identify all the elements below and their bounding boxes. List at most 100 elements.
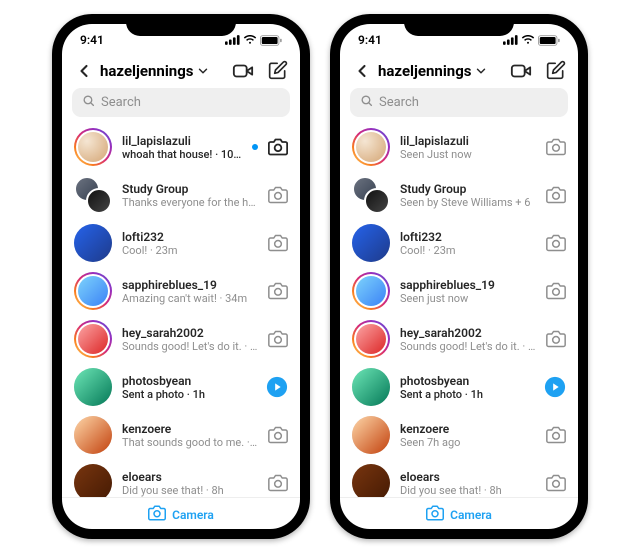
account-name: hazeljennings	[100, 62, 194, 80]
camera-icon[interactable]	[546, 281, 566, 301]
thread-name: kenzoere	[400, 422, 536, 436]
camera-icon	[148, 504, 166, 525]
camera-icon[interactable]	[268, 281, 288, 301]
thread-name: Study Group	[400, 182, 536, 196]
camera-icon[interactable]	[546, 185, 566, 205]
thread-preview: Did you see that! · 8h	[122, 484, 258, 497]
thread-preview: That sounds good to me. · 6h	[122, 436, 258, 449]
thread-row[interactable]: lofti232 Cool! · 23m	[340, 219, 578, 267]
thread-row[interactable]: lil_lapislazuli Seen Just now	[340, 123, 578, 171]
play-icon[interactable]	[266, 376, 288, 398]
wifi-icon	[521, 35, 535, 45]
camera-icon[interactable]	[268, 329, 288, 349]
camera-button[interactable]: Camera	[62, 497, 300, 529]
thread-name: lofti232	[122, 230, 258, 244]
avatar[interactable]	[74, 368, 112, 406]
thread-preview: Thanks everyone for the help · 15m	[122, 196, 258, 209]
status-time: 9:41	[80, 33, 104, 47]
thread-name: Study Group	[122, 182, 258, 196]
video-call-button[interactable]	[232, 60, 254, 82]
notch	[126, 14, 236, 36]
thread-name: kenzoere	[122, 422, 258, 436]
thread-row[interactable]: lofti232 Cool! · 23m	[62, 219, 300, 267]
thread-row[interactable]: sapphireblues_19 Seen just now	[340, 267, 578, 315]
camera-icon[interactable]	[546, 329, 566, 349]
avatar[interactable]	[74, 416, 112, 454]
thread-row[interactable]: eloears Did you see that! · 8h	[62, 459, 300, 497]
thread-preview: Cool! · 23m	[400, 244, 536, 257]
camera-icon[interactable]	[546, 233, 566, 253]
avatar[interactable]	[74, 224, 112, 262]
thread-preview: Sent a photo · 1h	[122, 388, 256, 401]
compose-button[interactable]	[268, 60, 288, 82]
camera-icon[interactable]	[546, 137, 566, 157]
thread-row[interactable]: photosbyean Sent a photo · 1h	[62, 363, 300, 411]
avatar[interactable]	[74, 464, 112, 497]
thread-preview: Seen by Steve Williams + 6	[400, 196, 536, 209]
account-switcher[interactable]: hazeljennings	[100, 62, 210, 80]
status-time: 9:41	[358, 33, 382, 47]
thread-preview: Seen Just now	[400, 148, 536, 161]
thread-row[interactable]: eloears Did you see that! · 8h	[340, 459, 578, 497]
phone-frame: 9:41 hazeljennings	[52, 14, 310, 539]
avatar[interactable]	[74, 320, 112, 358]
thread-preview: Did you see that! · 8h	[400, 484, 536, 497]
avatar[interactable]	[74, 272, 112, 310]
search-icon	[82, 94, 95, 111]
camera-icon[interactable]	[268, 233, 288, 253]
notch	[404, 14, 514, 36]
camera-icon[interactable]	[268, 473, 288, 493]
search-input[interactable]: Search	[350, 88, 568, 117]
camera-button[interactable]: Camera	[340, 497, 578, 529]
thread-row[interactable]: sapphireblues_19 Amazing can't wait! · 3…	[62, 267, 300, 315]
thread-list[interactable]: lil_lapislazuli whoah that house! · 10m …	[62, 123, 300, 497]
signal-icon	[225, 35, 240, 45]
thread-name: lil_lapislazuli	[400, 134, 536, 148]
camera-label: Camera	[450, 508, 492, 522]
avatar[interactable]	[352, 272, 390, 310]
thread-name: eloears	[122, 470, 258, 484]
avatar[interactable]	[352, 368, 390, 406]
camera-icon[interactable]	[268, 185, 288, 205]
avatar[interactable]	[352, 176, 390, 214]
compose-button[interactable]	[546, 60, 566, 82]
back-button[interactable]	[74, 61, 94, 81]
avatar[interactable]	[74, 128, 112, 166]
video-call-button[interactable]	[510, 60, 532, 82]
back-button[interactable]	[352, 61, 372, 81]
thread-name: eloears	[400, 470, 536, 484]
search-input[interactable]: Search	[72, 88, 290, 117]
play-icon[interactable]	[544, 376, 566, 398]
unread-dot	[252, 144, 258, 150]
search-placeholder: Search	[101, 95, 141, 110]
thread-row[interactable]: Study Group Thanks everyone for the help…	[62, 171, 300, 219]
camera-icon[interactable]	[268, 137, 288, 157]
thread-name: lofti232	[400, 230, 536, 244]
thread-name: hey_sarah2002	[400, 326, 536, 340]
wifi-icon	[243, 35, 257, 45]
thread-list[interactable]: lil_lapislazuli Seen Just now Study Grou…	[340, 123, 578, 497]
battery-icon	[260, 35, 282, 46]
thread-row[interactable]: Study Group Seen by Steve Williams + 6	[340, 171, 578, 219]
avatar[interactable]	[74, 176, 112, 214]
thread-preview: Cool! · 23m	[122, 244, 258, 257]
camera-icon[interactable]	[268, 425, 288, 445]
thread-row[interactable]: hey_sarah2002 Sounds good! Let's do it. …	[62, 315, 300, 363]
thread-preview: Sounds good! Let's do it. · 45m	[400, 340, 536, 353]
account-switcher[interactable]: hazeljennings	[378, 62, 488, 80]
avatar[interactable]	[352, 416, 390, 454]
thread-row[interactable]: kenzoere Seen 7h ago	[340, 411, 578, 459]
thread-row[interactable]: lil_lapislazuli whoah that house! · 10m	[62, 123, 300, 171]
thread-row[interactable]: hey_sarah2002 Sounds good! Let's do it. …	[340, 315, 578, 363]
avatar[interactable]	[352, 128, 390, 166]
dm-header: hazeljennings	[340, 56, 578, 88]
thread-row[interactable]: kenzoere That sounds good to me. · 6h	[62, 411, 300, 459]
avatar[interactable]	[352, 320, 390, 358]
search-placeholder: Search	[379, 95, 419, 110]
camera-icon[interactable]	[546, 473, 566, 493]
avatar[interactable]	[352, 464, 390, 497]
chevron-down-icon	[196, 64, 210, 78]
camera-icon[interactable]	[546, 425, 566, 445]
thread-row[interactable]: photosbyean Sent a photo · 1h	[340, 363, 578, 411]
avatar[interactable]	[352, 224, 390, 262]
